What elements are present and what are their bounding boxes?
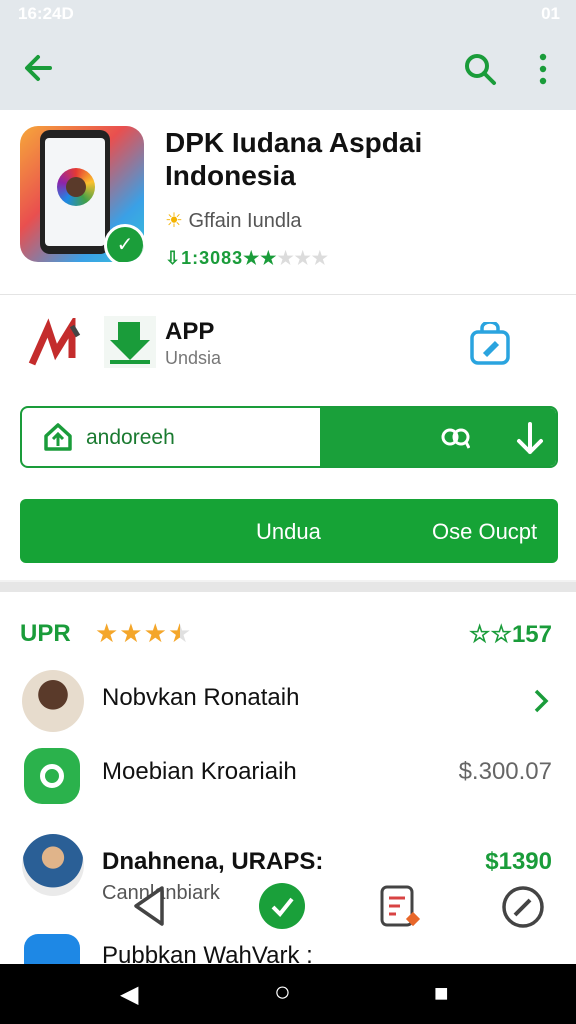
status-time: 16:24D (18, 4, 74, 23)
list-item-name: Dnahnena, URAPS: (102, 848, 324, 875)
app-title: DPK Iudana Aspdai Indonesia (165, 127, 423, 191)
app-header: ✓ DPK Iudana Aspdai Indonesia ☀ Gffain I… (0, 110, 576, 295)
triangle-back-icon[interactable] (130, 884, 168, 928)
search-action-area (320, 408, 556, 466)
status-right: 01 (541, 4, 560, 23)
rating-text: 1:3083 (181, 248, 244, 268)
compass-icon[interactable] (500, 884, 546, 930)
nav-back-icon[interactable]: ◀ (120, 980, 138, 1009)
app-sublabel: Undsia (165, 348, 222, 368)
back-arrow-icon[interactable] (22, 52, 54, 84)
app-bar (0, 28, 576, 110)
search-bar[interactable]: andoreeh (20, 406, 558, 468)
app-icon: ✓ (20, 126, 144, 262)
chevron-right-icon[interactable] (532, 688, 550, 714)
download-label: Undua (256, 519, 321, 544)
rating-line: ⇩1:3083★★★★★ (165, 248, 329, 269)
download-arrow-icon[interactable] (516, 422, 544, 456)
profile-ring-icon (57, 168, 95, 206)
system-nav-bar: ◀ ○ ■ (0, 964, 576, 1024)
rating-stars: ★★★★★ (243, 248, 329, 268)
chat-bubble-icon (40, 764, 64, 788)
search-text[interactable]: andoreeh (86, 426, 175, 450)
developer-line: ☀ Gffain Iundla (165, 208, 302, 233)
app-label: APP (165, 318, 215, 345)
share-bag-icon[interactable] (469, 322, 511, 366)
ratings-stars: ★★★★ (95, 618, 193, 648)
ratings-count: ☆☆157 (469, 620, 552, 649)
list-item[interactable]: Moebian Kroariaih $.300.07 (0, 744, 576, 814)
ratings-count-value: 157 (511, 621, 552, 648)
list-item-value: $1390 (485, 848, 552, 875)
install-arrow-icon (104, 316, 156, 368)
sun-icon: ☀ (165, 210, 183, 232)
developer-name[interactable]: Gffain Iundla (189, 210, 302, 232)
list-item-value: $.300.07 (458, 758, 552, 785)
verified-check-icon: ✓ (104, 224, 144, 262)
home-upload-icon (44, 423, 72, 451)
more-vert-icon[interactable] (533, 52, 553, 86)
avatar (22, 670, 84, 732)
brand-logo-icon (28, 318, 81, 366)
status-bar: 16:24D 01 (0, 0, 576, 28)
list-item-name: Moebian Kroariaih (102, 758, 297, 785)
clipboard-icon[interactable] (378, 884, 424, 930)
nav-home-icon[interactable]: ○ (274, 976, 291, 1008)
star-outline-icon: ☆☆ (468, 621, 512, 648)
list-item[interactable]: Nobvkan Ronataih (0, 670, 576, 740)
open-label: Ose Oucpt (432, 519, 538, 544)
phone-illustration (40, 130, 110, 254)
list-item-name: Nobvkan Ronataih (102, 684, 300, 711)
download-count-icon: ⇩ (165, 248, 182, 268)
ratings-title: UPR (20, 620, 71, 647)
nav-recents-icon[interactable]: ■ (434, 980, 449, 1008)
avatar (22, 834, 84, 896)
section-divider (0, 582, 576, 592)
search-icon[interactable] (463, 52, 497, 86)
whatsapp-icon[interactable] (256, 880, 308, 932)
search-go-icon[interactable] (440, 426, 470, 452)
download-button[interactable]: Undua Ose Oucpt (20, 499, 558, 563)
